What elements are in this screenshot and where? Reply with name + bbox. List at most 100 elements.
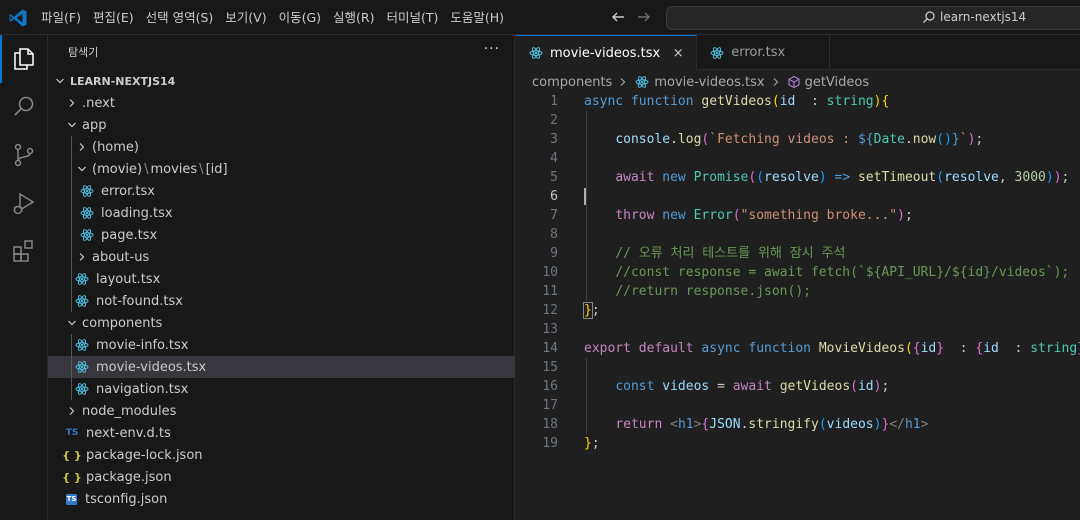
file-item[interactable]: movie-info.tsx xyxy=(48,334,515,356)
file-item[interactable]: loading.tsx xyxy=(48,202,515,224)
chevron-down-icon[interactable] xyxy=(64,117,80,133)
folder-item[interactable]: node_modules xyxy=(48,400,515,422)
file-item[interactable]: TS tsconfig.json xyxy=(48,488,515,510)
typescript-icon: TS xyxy=(66,493,77,505)
code-line[interactable]: 4 xyxy=(516,149,1080,168)
file-item[interactable]: navigation.tsx xyxy=(48,378,515,400)
line-number: 8 xyxy=(550,227,558,242)
chevron-right-icon xyxy=(618,77,628,87)
line-number: 1 xyxy=(550,94,558,109)
indent-guide xyxy=(71,224,72,246)
forward-arrow-icon[interactable] xyxy=(635,8,653,26)
code-line[interactable]: 11 //return response.json(); xyxy=(516,282,1080,301)
menu-item[interactable]: 도움말(H) xyxy=(444,0,510,35)
source-control-icon[interactable] xyxy=(0,131,48,179)
menu-item[interactable]: 파일(F) xyxy=(35,0,87,35)
line-number: 3 xyxy=(550,132,558,147)
menu-item[interactable]: 편집(E) xyxy=(87,0,140,35)
close-icon[interactable]: × xyxy=(670,46,686,61)
menu-item[interactable]: 터미널(T) xyxy=(381,0,445,35)
line-number: 12 xyxy=(542,303,558,318)
folder-item[interactable]: app xyxy=(48,114,515,136)
run-debug-icon[interactable] xyxy=(0,179,48,227)
code-line[interactable]: 6 xyxy=(516,187,1080,206)
folder-item[interactable]: (home) xyxy=(48,136,515,158)
chevron-right-icon[interactable] xyxy=(74,249,90,265)
folder-label: movies xyxy=(150,161,198,177)
file-item[interactable]: { } package.json xyxy=(48,466,515,488)
line-number: 6 xyxy=(550,189,558,204)
chevron-right-icon[interactable] xyxy=(64,403,80,419)
folder-item[interactable]: about-us xyxy=(48,246,515,268)
chevron-right-icon[interactable] xyxy=(64,95,80,111)
folder-item[interactable]: .next xyxy=(48,92,515,114)
breadcrumb-item[interactable]: components xyxy=(532,75,612,90)
command-center-search[interactable]: learn-nextjs14 xyxy=(666,6,1080,30)
code-line[interactable]: 16 const videos = await getVideos(id); xyxy=(516,377,1080,396)
chevron-down-icon[interactable] xyxy=(52,73,68,89)
menu-item[interactable]: 실행(R) xyxy=(327,0,380,35)
breadcrumb-item[interactable]: getVideos xyxy=(805,75,870,90)
file-item[interactable]: movie-videos.tsx xyxy=(48,356,515,378)
code-line[interactable]: 14 export default async function MovieVid… xyxy=(516,339,1080,358)
chevron-right-icon[interactable] xyxy=(74,139,90,155)
code-text: throw new Error("something broke..."); xyxy=(615,208,913,223)
code-line[interactable]: 7 throw new Error("something broke..."); xyxy=(516,206,1080,225)
react-icon xyxy=(74,381,90,397)
tab-label: error.tsx xyxy=(731,45,786,60)
code-line[interactable]: 17 xyxy=(516,396,1080,415)
chevron-down-icon[interactable] xyxy=(74,161,90,177)
file-item[interactable]: { } package-lock.json xyxy=(48,444,515,466)
code-line[interactable]: 12}; xyxy=(516,301,1080,320)
tab-movie-videos.tsx[interactable]: movie-videos.tsx × xyxy=(516,35,698,70)
tab-error.tsx[interactable]: error.tsx xyxy=(697,35,831,70)
menu-bar: 파일(F) 편집(E) 선택 영역(S) 보기(V) 이동(G) 실행(R) 터미널(T) 도… xyxy=(35,0,510,35)
folder-item[interactable]: components xyxy=(48,312,515,334)
code-line[interactable]: 13 xyxy=(516,320,1080,339)
more-actions-button[interactable]: ··· xyxy=(484,41,500,57)
explorer-icon[interactable] xyxy=(0,35,48,83)
code-line[interactable]: 15 xyxy=(516,358,1080,377)
chevron-down-icon[interactable] xyxy=(64,315,80,331)
path-separator: \ xyxy=(144,161,149,177)
json-icon: { } xyxy=(62,448,82,462)
code-line[interactable]: 2 xyxy=(516,111,1080,130)
file-label: LEARN-NEXTJS14 xyxy=(70,74,176,88)
activity-bar xyxy=(0,35,48,520)
code-line[interactable]: 18 return <h1>{JSON.stringify(videos)}</… xyxy=(516,415,1080,434)
file-item[interactable]: not-found.tsx xyxy=(48,290,515,312)
breadcrumb-item[interactable]: movie-videos.tsx xyxy=(654,75,764,90)
code-line[interactable]: 1 async function getVideos(id : string){ xyxy=(516,92,1080,111)
indent-guide xyxy=(71,246,72,268)
menu-item[interactable]: 이동(G) xyxy=(273,0,327,35)
code-line[interactable]: 5 await new Promise((resolve) => setTime… xyxy=(516,168,1080,187)
file-item[interactable]: page.tsx xyxy=(48,224,515,246)
code-line[interactable]: 8 xyxy=(516,225,1080,244)
sidebar-title: 탐색기 xyxy=(68,46,99,59)
menu-item[interactable]: 선택 영역(S) xyxy=(140,0,220,35)
code-text: }; xyxy=(583,302,600,319)
explorer-root[interactable]: LEARN-NEXTJS14 xyxy=(48,70,515,92)
code-line[interactable]: 9 // 오류 처리 테스트를 위해 잠시 주석 xyxy=(516,244,1080,263)
menu-item[interactable]: 보기(V) xyxy=(219,0,272,35)
react-icon xyxy=(528,45,544,61)
indent-guide xyxy=(71,356,72,378)
file-item[interactable]: TS next-env.d.ts xyxy=(48,422,515,444)
code-text: async function getVideos(id : string){ xyxy=(584,94,890,109)
code-line[interactable]: 10 //const response = await fetch(`${API… xyxy=(516,263,1080,282)
code-line[interactable]: 19}; xyxy=(516,434,1080,453)
code-line[interactable]: 3 console.log(`Fetching videos : ${Date.… xyxy=(516,130,1080,149)
search-text: learn-nextjs14 xyxy=(940,10,1027,24)
code-editor[interactable]: 1 async function getVideos(id : string){ 2… xyxy=(516,92,1080,453)
editor-area: movie-videos.tsx × error.tsx components mov… xyxy=(516,35,1080,520)
file-label: movie-info.tsx xyxy=(96,337,189,353)
folder-item[interactable]: (movie) \ movies \ [id] xyxy=(48,158,515,180)
back-arrow-icon[interactable] xyxy=(609,8,627,26)
extensions-icon[interactable] xyxy=(0,227,48,275)
search-icon[interactable] xyxy=(0,83,48,131)
file-item[interactable]: error.tsx xyxy=(48,180,515,202)
title-bar: 파일(F) 편집(E) 선택 영역(S) 보기(V) 이동(G) 실행(R) 터미널(T) 도… xyxy=(0,0,1080,35)
file-label: page.tsx xyxy=(101,227,158,243)
code-text: return <h1>{JSON.stringify(videos)}</h1> xyxy=(615,417,929,432)
file-item[interactable]: layout.tsx xyxy=(48,268,515,290)
